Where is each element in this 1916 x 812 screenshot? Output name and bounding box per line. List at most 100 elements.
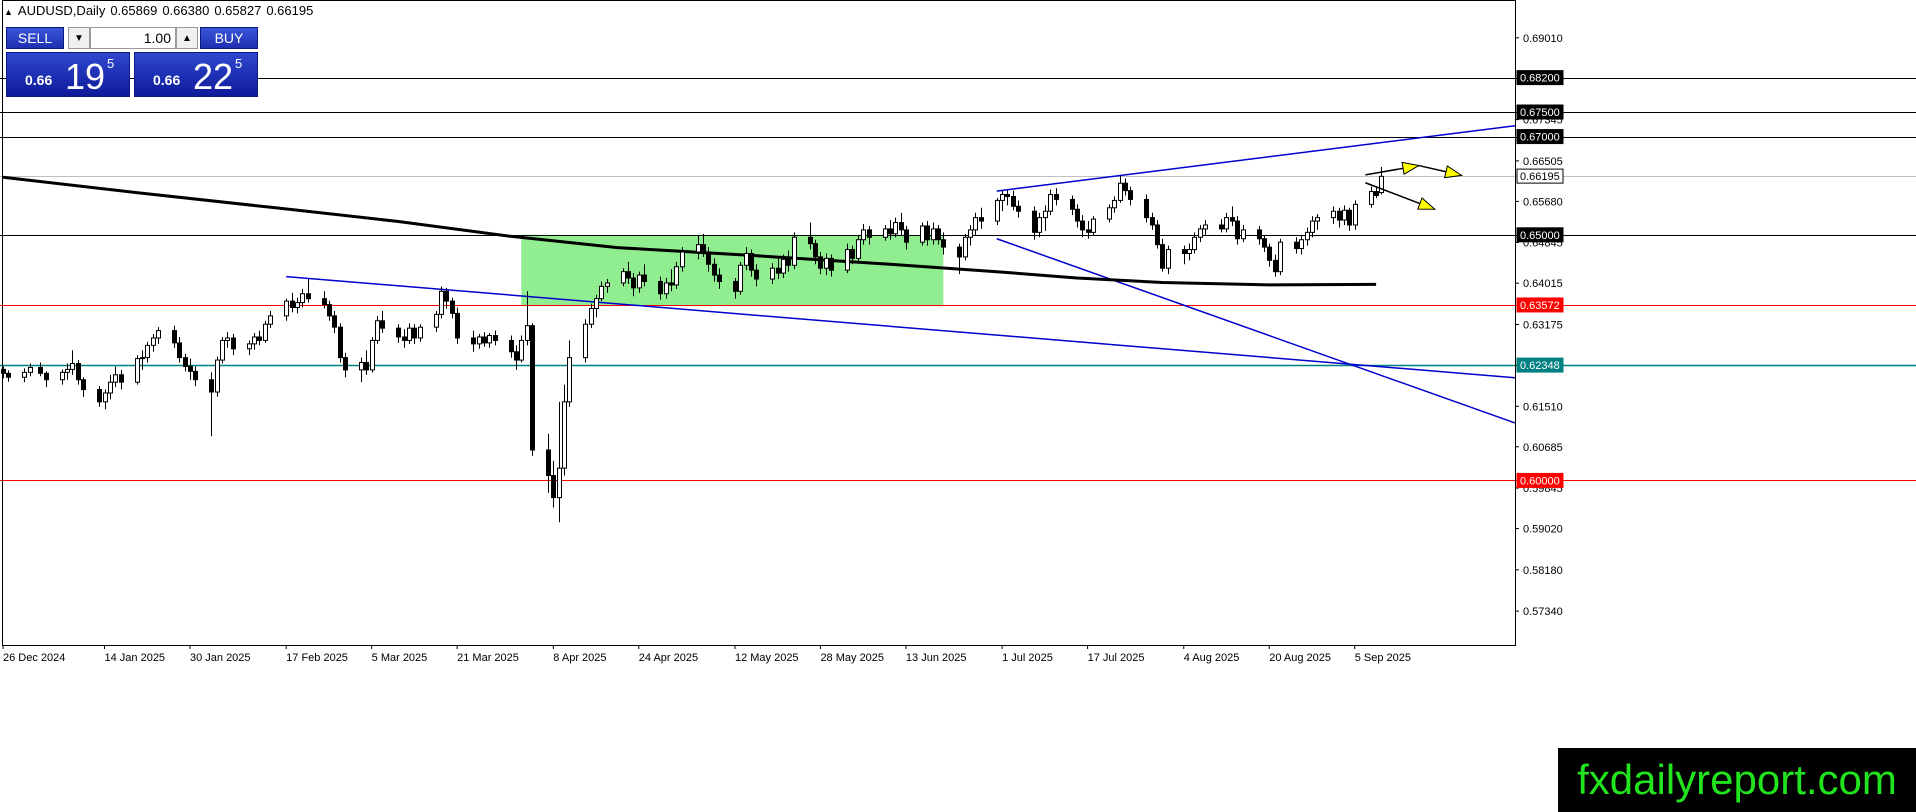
candle [209, 372, 214, 437]
y-tick-label: 0.61510 [1523, 401, 1563, 413]
candle [995, 197, 1000, 225]
candle-body [1187, 249, 1192, 254]
y-tick-label: 0.64015 [1523, 278, 1563, 290]
candle [247, 340, 252, 356]
candle [6, 370, 11, 382]
candle [1224, 212, 1229, 233]
candle [193, 366, 198, 387]
candle-body [1192, 236, 1197, 251]
sell-price-button[interactable]: 0.66 19 5 [6, 52, 130, 97]
candle [135, 355, 140, 385]
price-label-text: 0.63572 [1520, 300, 1560, 312]
candle [1342, 205, 1347, 225]
candle-body [97, 389, 102, 403]
candle-body [1032, 210, 1037, 233]
candle-body [60, 371, 65, 381]
candle-body [973, 217, 978, 231]
sell-price-prefix: 0.66 [25, 72, 53, 88]
candle [1257, 225, 1262, 245]
candle-body [1070, 198, 1075, 210]
candle-body [1166, 249, 1171, 269]
candle [38, 362, 43, 377]
candle [1054, 188, 1059, 206]
candle-body [44, 372, 49, 381]
candle-body [1016, 205, 1021, 212]
candle-body [749, 252, 754, 271]
candle-body [1000, 194, 1005, 201]
candle-body [257, 336, 262, 341]
candle [1107, 204, 1112, 223]
candle-body [1347, 209, 1352, 226]
candle-body [151, 337, 156, 346]
candle-body [899, 222, 904, 231]
candle-body [1257, 229, 1262, 240]
buy-button[interactable]: BUY [200, 27, 258, 49]
candle [551, 460, 556, 508]
price-label-text: 0.65000 [1520, 230, 1560, 242]
arrow-shaft [1418, 164, 1447, 173]
candle [493, 330, 498, 346]
candle-body [1241, 229, 1246, 240]
candle-body [845, 249, 850, 271]
candle-body [412, 327, 417, 339]
candle [183, 353, 188, 372]
candle-body [1150, 217, 1155, 226]
candle-body [407, 327, 412, 341]
candle [487, 333, 492, 348]
candle-body [113, 374, 118, 383]
sell-button[interactable]: SELL [6, 27, 64, 49]
candle-body [712, 263, 717, 276]
candle-body [444, 290, 449, 302]
candle [402, 329, 407, 348]
candle [375, 315, 380, 344]
candle [477, 334, 482, 349]
candle-body [744, 252, 749, 266]
candle [268, 310, 273, 329]
lot-increase-button[interactable]: ▲ [176, 27, 198, 49]
candle-body [268, 315, 273, 325]
candle-body [76, 363, 81, 381]
arrow-head [1443, 165, 1463, 179]
buy-price-button[interactable]: 0.66 22 5 [134, 52, 258, 97]
candle-body [450, 300, 455, 314]
candle-body [642, 274, 647, 282]
logo-text: fxdailyreport.com [1577, 756, 1897, 803]
candle-body [957, 246, 962, 258]
candle [103, 389, 108, 410]
arrow-head [1417, 197, 1437, 210]
candle [1198, 224, 1203, 243]
price-chart[interactable]: 0.690100.673450.665050.656800.648450.640… [0, 0, 1916, 812]
trendline [996, 238, 1516, 424]
candle [1353, 200, 1358, 230]
candle-body [434, 313, 439, 328]
y-tick-label: 0.57340 [1523, 606, 1563, 618]
candle [231, 334, 236, 356]
candle [546, 433, 551, 493]
candle [1374, 186, 1379, 198]
buy-price-fraction: 5 [235, 56, 243, 71]
lot-decrease-button[interactable]: ▼ [68, 27, 90, 49]
one-click-trading-panel: SELL ▼ ▲ BUY 0.66 19 5 0.66 22 5 [6, 24, 258, 97]
candle [76, 360, 81, 385]
candle-body [514, 351, 519, 361]
price-label-text: 0.67000 [1520, 132, 1560, 144]
price-label-text: 0.67500 [1520, 107, 1560, 119]
candle-body [1278, 241, 1283, 273]
candle-body [135, 358, 140, 383]
candle [1032, 206, 1037, 240]
candle [1005, 189, 1010, 206]
candle [920, 222, 925, 246]
candle [899, 212, 904, 236]
lot-size-input[interactable] [90, 27, 176, 49]
candle [1369, 186, 1374, 208]
candle-body [546, 449, 551, 477]
candle-body [209, 379, 214, 393]
candle-body [1273, 259, 1278, 273]
candle [225, 332, 230, 348]
candle [327, 300, 332, 321]
candle [188, 358, 193, 380]
candle [1037, 212, 1042, 238]
candle-body [888, 228, 893, 235]
x-tick-label: 30 Jan 2025 [190, 652, 251, 664]
candle-body [263, 323, 268, 341]
